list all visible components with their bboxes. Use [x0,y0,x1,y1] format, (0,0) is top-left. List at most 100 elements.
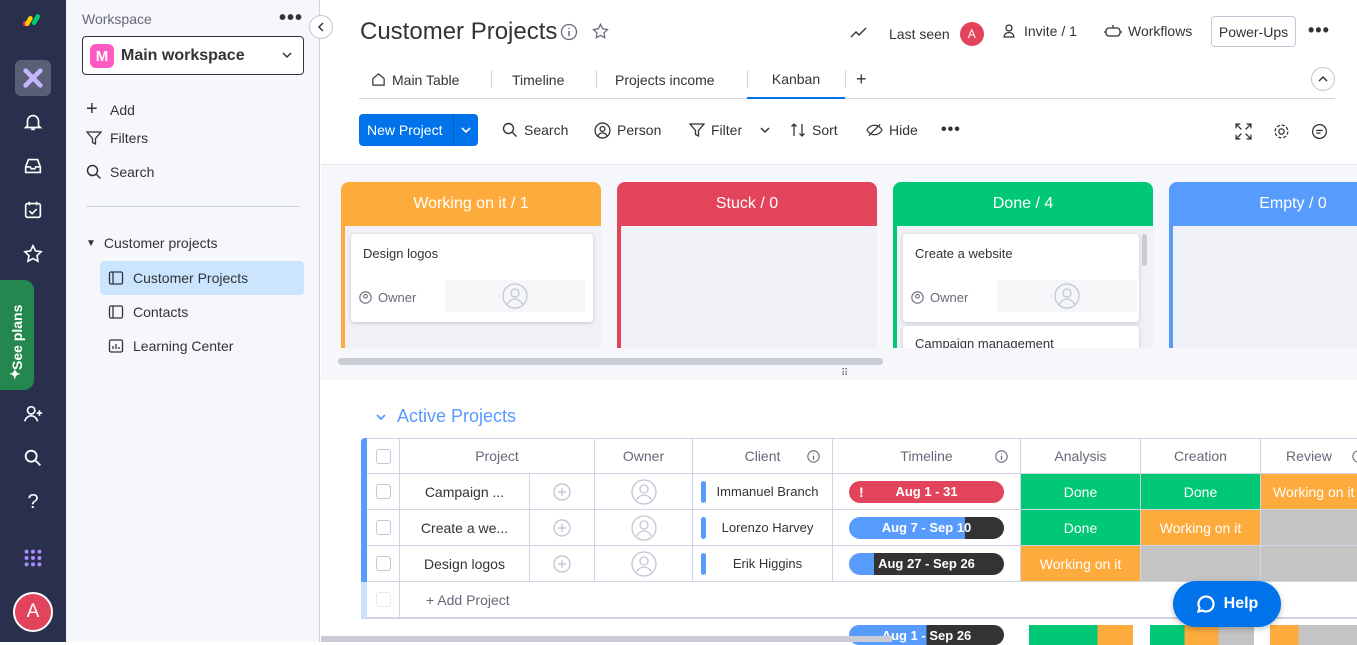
tab-main-table[interactable]: Main Table [371,60,459,99]
status-cell-creation[interactable] [1141,546,1261,582]
invite-members-icon[interactable] [18,399,48,429]
row-checkbox[interactable] [375,556,391,571]
workspace-add-button[interactable]: + Add [86,98,135,121]
new-project-button[interactable]: New Project [359,114,478,146]
timeline-bar[interactable]: Aug 27 - Sep 26 [849,552,1004,575]
workflows-button[interactable]: Workflows [1104,23,1192,39]
tab-timeline[interactable]: Timeline [512,60,564,99]
project-name-cell[interactable]: Campaign ... [400,474,530,510]
add-update-button[interactable] [530,474,595,510]
board-item-contacts[interactable]: Contacts [100,295,304,329]
chat-icon[interactable] [1311,123,1328,140]
more-options-icon[interactable]: ••• [1308,20,1330,41]
board-item-customer-projects[interactable]: Customer Projects [100,261,304,295]
select-all-checkbox[interactable] [375,448,391,464]
kanban-card-campaign-management[interactable]: Campaign management [903,326,1139,348]
row-checkbox[interactable] [375,520,391,535]
monday-logo-icon[interactable] [18,4,48,34]
client-cell[interactable]: Immanuel Branch [693,474,833,510]
status-cell-analysis[interactable]: Done [1021,510,1141,546]
status-cell-creation[interactable]: Working on it [1141,510,1261,546]
column-header-project[interactable]: Project [400,438,595,474]
status-cell-review[interactable] [1261,546,1357,582]
timeline-bar[interactable]: ! Aug 1 - 31 [849,480,1004,503]
bell-icon[interactable] [18,107,48,137]
column-header-analysis[interactable]: Analysis [1021,438,1141,474]
card-owner-picker[interactable] [445,280,585,312]
apps-grid-icon[interactable] [18,543,48,573]
project-name-cell[interactable]: Design logos [400,546,530,582]
timeline-cell[interactable]: ! Aug 1 - 31 [833,474,1021,510]
add-view-button[interactable]: + [856,60,867,99]
star-icon[interactable] [18,239,48,269]
kanban-column-header[interactable]: Working on it / 1 [341,182,601,226]
my-work-icon[interactable] [18,195,48,225]
collapse-panel-button[interactable] [309,15,333,39]
invite-button[interactable]: Invite / 1 [1002,23,1077,39]
activity-icon[interactable] [850,24,868,40]
owner-cell[interactable] [595,510,693,546]
kanban-card-create-website[interactable]: Create a website Owner [903,234,1139,322]
filter-button[interactable]: Filter [689,114,770,146]
hide-button[interactable]: Hide [866,114,918,146]
card-owner-picker[interactable] [997,280,1137,312]
status-cell-review[interactable]: Working on it [1261,474,1357,510]
star-icon[interactable] [591,22,610,41]
folder-customer-projects[interactable]: ▼ Customer projects [86,235,218,251]
board-item-learning-center[interactable]: Learning Center [100,329,304,363]
settings-gear-icon[interactable] [1273,123,1290,140]
add-update-button[interactable] [530,546,595,582]
owner-cell[interactable] [595,546,693,582]
help-icon[interactable]: ? [18,487,48,517]
collapse-header-button[interactable] [1311,67,1335,91]
timeline-bar[interactable]: Aug 1 - Sep 26 [849,625,1004,645]
timeline-cell[interactable]: Aug 27 - Sep 26 [833,546,1021,582]
column-header-creation[interactable]: Creation [1141,438,1261,474]
group-header[interactable]: Active Projects [375,406,516,427]
chevron-down-icon[interactable] [375,411,387,423]
info-icon[interactable] [1352,449,1357,463]
help-button[interactable]: Help [1173,581,1281,627]
chevron-down-icon[interactable] [760,125,770,135]
info-icon[interactable] [807,449,820,463]
kanban-column-header[interactable]: Done / 4 [893,182,1153,226]
column-header-timeline[interactable]: Timeline [833,438,1021,474]
toolbar-more-icon[interactable]: ••• [941,114,961,146]
add-update-button[interactable] [530,510,595,546]
person-filter-button[interactable]: Person [594,114,661,146]
workspace-search-button[interactable]: Search [86,164,154,180]
column-scrollbar[interactable] [1142,234,1147,266]
owner-cell[interactable] [595,474,693,510]
workspace-more-icon[interactable]: ••• [279,7,303,30]
status-cell-analysis[interactable]: Working on it [1021,546,1141,582]
timeline-bar[interactable]: Aug 7 - Sep 10 [849,516,1004,539]
kanban-column-header[interactable]: Stuck / 0 [617,182,877,226]
column-header-client[interactable]: Client [693,438,833,474]
kanban-horizontal-scrollbar[interactable] [338,358,883,365]
column-header-owner[interactable]: Owner [595,438,693,474]
tab-projects-income[interactable]: Projects income [615,60,715,99]
client-cell[interactable]: Erik Higgins [693,546,833,582]
horizontal-scrollbar[interactable] [321,636,892,642]
see-plans-button[interactable]: See plans ✦ [0,280,34,390]
timeline-cell[interactable]: Aug 7 - Sep 10 [833,510,1021,546]
new-project-dropdown[interactable] [453,114,478,146]
search-button[interactable]: Search [502,114,568,146]
sort-button[interactable]: Sort [790,114,838,146]
info-icon[interactable] [560,23,578,41]
home-icon[interactable] [15,60,51,96]
resize-handle-icon[interactable]: ⠿ [841,368,848,379]
search-icon[interactable] [18,443,48,473]
inbox-icon[interactable] [18,151,48,181]
last-seen-button[interactable]: Last seen A [889,22,984,46]
kanban-card-design-logos[interactable]: Design logos Owner [351,234,593,322]
fullscreen-icon[interactable] [1235,123,1252,140]
tab-kanban[interactable]: Kanban [747,60,845,99]
power-ups-button[interactable]: Power-Ups [1211,16,1296,47]
row-checkbox[interactable] [375,484,391,499]
info-icon[interactable] [995,449,1008,463]
status-cell-creation[interactable]: Done [1141,474,1261,510]
project-name-cell[interactable]: Create a we... [400,510,530,546]
kanban-column-header[interactable]: Empty / 0 [1169,182,1357,226]
status-cell-analysis[interactable]: Done [1021,474,1141,510]
